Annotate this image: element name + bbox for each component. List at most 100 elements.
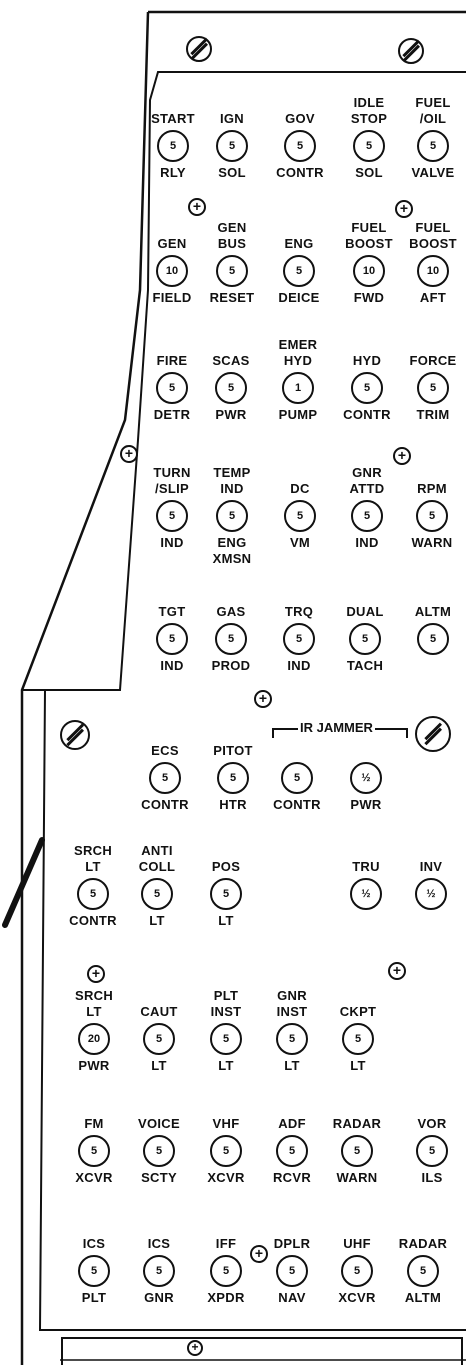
breaker-button[interactable]: 5	[215, 372, 247, 404]
breaker-top-label: GOV	[285, 111, 315, 126]
breaker-button[interactable]: 10	[353, 255, 385, 287]
breaker-top-label: FUEL	[415, 220, 451, 235]
breaker-top-label: PITOT	[213, 743, 253, 758]
breaker-bottom-label: LT	[218, 913, 234, 928]
breaker-button[interactable]: 5	[216, 500, 248, 532]
breaker-bottom-label: LT	[350, 1058, 366, 1073]
fastener-plus-icon: +	[87, 965, 105, 983]
breaker-bottom-label: TACH	[346, 658, 384, 673]
breaker-button[interactable]: 10	[156, 255, 188, 287]
breaker-button[interactable]: 5	[341, 1135, 373, 1167]
breaker-bottom-label: ILS	[421, 1170, 443, 1185]
breaker-fuel-oil-valve: FUEL/OIL 5 VALVE	[393, 95, 466, 181]
breaker-button[interactable]: 5	[281, 762, 313, 794]
breaker-button[interactable]: 5	[156, 372, 188, 404]
breaker-button[interactable]: 5	[417, 130, 449, 162]
screw-top-right-icon	[398, 38, 424, 64]
breaker-button[interactable]: 5	[416, 500, 448, 532]
breaker-button[interactable]: ½	[350, 878, 382, 910]
breaker-button[interactable]: 5	[341, 1255, 373, 1287]
breaker-top-label: GEN	[217, 220, 247, 235]
breaker-button[interactable]: 5	[78, 1135, 110, 1167]
breaker-bottom-label: XMSN	[212, 551, 252, 566]
screw-mid-right-icon	[415, 716, 451, 752]
breaker-bottom-label: TRIM	[416, 407, 450, 422]
breaker-button[interactable]: 5	[78, 1255, 110, 1287]
breaker-button[interactable]: 5	[210, 1255, 242, 1287]
breaker-button[interactable]: 5	[276, 1255, 308, 1287]
breaker-top-label: BOOST	[409, 236, 457, 251]
breaker-bottom-label: DEICE	[278, 290, 320, 305]
breaker-button[interactable]: 5	[149, 762, 181, 794]
breaker-button[interactable]: 5	[156, 623, 188, 655]
breaker-button[interactable]: 5	[417, 372, 449, 404]
breaker-button[interactable]: 5	[351, 372, 383, 404]
breaker-pos-lt: POS 5 LT	[186, 859, 266, 929]
breaker-button[interactable]: 1	[282, 372, 314, 404]
breaker-top-label: FUEL	[415, 95, 451, 110]
breaker-button[interactable]: 5	[284, 500, 316, 532]
breaker-button[interactable]: ½	[350, 762, 382, 794]
breaker-top-label: HYD	[283, 353, 313, 368]
breaker-vor-ils: VOR 5 ILS	[392, 1116, 466, 1186]
ir-jammer-bracket-left	[272, 728, 300, 738]
breaker-rpm-warn: RPM 5 WARN	[392, 481, 466, 551]
breaker-top-label: RADAR	[332, 1116, 382, 1131]
breaker-button[interactable]: 5	[217, 762, 249, 794]
breaker-top-label: ANTI	[141, 843, 173, 858]
breaker-button[interactable]: 5	[283, 623, 315, 655]
breaker-force-trim: FORCE 5 TRIM	[393, 353, 466, 423]
breaker-button[interactable]: 5	[276, 1135, 308, 1167]
breaker-emer-hyd-pump: EMER HYD 1 PUMP	[258, 337, 338, 423]
breaker-button[interactable]: 5	[210, 1135, 242, 1167]
breaker-button[interactable]: 5	[342, 1023, 374, 1055]
breaker-button[interactable]: 5	[143, 1255, 175, 1287]
breaker-button[interactable]: 5	[157, 130, 189, 162]
breaker-button[interactable]: 5	[216, 255, 248, 287]
breaker-button[interactable]: 5	[353, 130, 385, 162]
breaker-button[interactable]: 5	[143, 1023, 175, 1055]
breaker-button[interactable]: 5	[215, 623, 247, 655]
breaker-top-label: POS	[211, 859, 241, 874]
breaker-button[interactable]: 5	[276, 1023, 308, 1055]
ir-jammer-label: IR JAMMER	[298, 720, 375, 735]
breaker-inv: INV ½	[391, 859, 466, 913]
breaker-fuel-boost-aft: FUEL BOOST 10 AFT	[393, 220, 466, 306]
breaker-top-label: FORCE	[409, 353, 457, 368]
breaker-eng-deice: ENG 5 DEICE	[259, 236, 339, 306]
breaker-radar-altm: RADAR 5 ALTM	[383, 1236, 463, 1306]
breaker-top-label: EMER	[278, 337, 318, 352]
breaker-button[interactable]: 5	[417, 623, 449, 655]
fastener-plus-icon: +	[120, 445, 138, 463]
breaker-top-label: INV	[419, 859, 443, 874]
breaker-button[interactable]: 5	[284, 130, 316, 162]
breaker-button[interactable]: 5	[77, 878, 109, 910]
fastener-plus-icon: +	[188, 198, 206, 216]
breaker-button[interactable]: 5	[141, 878, 173, 910]
breaker-button[interactable]: 5	[216, 130, 248, 162]
breaker-top-label: ENG	[284, 236, 314, 251]
breaker-bottom-label: PWR	[350, 797, 382, 812]
breaker-button[interactable]: ½	[415, 878, 447, 910]
breaker-bottom-label: VALVE	[411, 165, 455, 180]
breaker-bottom-label: ALTM	[404, 1290, 442, 1305]
breaker-button[interactable]: 5	[210, 878, 242, 910]
breaker-top-label: ALTM	[414, 604, 452, 619]
breaker-button[interactable]: 5	[349, 623, 381, 655]
screw-mid-left-icon	[60, 720, 90, 750]
breaker-button[interactable]: 5	[283, 255, 315, 287]
breaker-button[interactable]: 20	[78, 1023, 110, 1055]
breaker-button[interactable]: 5	[351, 500, 383, 532]
breaker-top-label: /OIL	[419, 111, 447, 126]
fastener-plus-icon: +	[388, 962, 406, 980]
breaker-button[interactable]: 5	[143, 1135, 175, 1167]
breaker-top-label: GNR	[352, 465, 382, 480]
breaker-button[interactable]: 5	[156, 500, 188, 532]
ir-jammer-bracket-right	[372, 728, 408, 738]
breaker-button[interactable]: 5	[407, 1255, 439, 1287]
breaker-button[interactable]: 5	[210, 1023, 242, 1055]
fastener-plus-icon: +	[254, 690, 272, 708]
breaker-button[interactable]: 10	[417, 255, 449, 287]
breaker-ir-jammer-pwr: ½ PWR	[326, 759, 406, 813]
breaker-button[interactable]: 5	[416, 1135, 448, 1167]
